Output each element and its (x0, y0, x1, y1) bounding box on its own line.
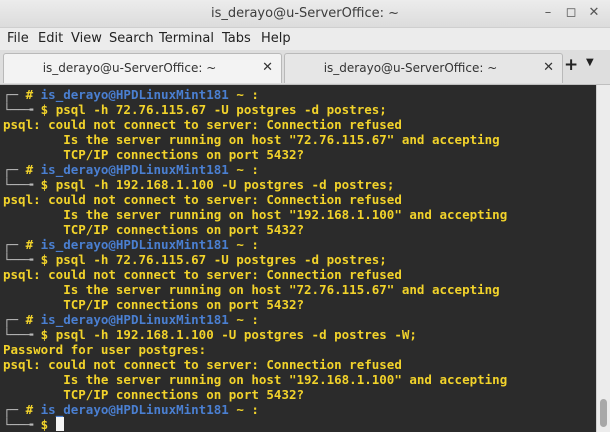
prompt-line: ┌─ # is_derayo@HPDLinuxMint181 ~ : (3, 87, 259, 102)
output-line: Is the server running on host "72.76.115… (3, 282, 500, 297)
command-line: └──╼ $ psql -h 72.76.115.67 -U postgres … (3, 102, 387, 117)
prompt-suffix: ~ : (228, 162, 259, 177)
command-text: psql -h 192.168.1.100 -U postgres -d pos… (55, 327, 417, 342)
output-line: TCP/IP connections on port 5432? (3, 147, 305, 162)
prompt-line: ┌─ # is_derayo@HPDLinuxMint181 ~ : (3, 402, 259, 417)
prompt-suffix: ~ : (228, 87, 259, 102)
command-text: psql -h 72.76.115.67 -U postgres -d post… (55, 252, 387, 267)
prompt-line: ┌─ # is_derayo@HPDLinuxMint181 ~ : (3, 312, 259, 327)
prompt-user: is_derayo (40, 402, 109, 417)
prompt-suffix: ~ : (228, 237, 259, 252)
output-line: psql: could not connect to server: Conne… (3, 357, 402, 372)
tab-1-label: is_derayo@u-ServerOffice: ~ (42, 61, 217, 75)
prompt-suffix: ~ : (228, 312, 259, 327)
terminal-scrollbar[interactable] (596, 85, 610, 432)
prompt-suffix: ~ : (228, 402, 259, 417)
close-icon[interactable]: ✕ (586, 5, 602, 21)
output-line: psql: could not connect to server: Conne… (3, 267, 402, 282)
menu-search[interactable]: Search (109, 31, 154, 46)
output-line: TCP/IP connections on port 5432? (3, 297, 305, 312)
terminal-output[interactable]: ┌─ # is_derayo@HPDLinuxMint181 ~ : └──╼ $… (0, 85, 596, 432)
prompt-host: @HPDLinuxMint181 (108, 312, 229, 327)
output-line: Is the server running on host "192.168.1… (3, 207, 508, 222)
menu-file[interactable]: File (7, 31, 29, 46)
tab-bar: is_derayo@u-ServerOffice: ~ ✕ is_derayo@… (0, 50, 610, 85)
output-line: Is the server running on host "192.168.1… (3, 372, 508, 387)
minimize-icon[interactable]: – (540, 5, 556, 21)
title-bar[interactable]: is_derayo@u-ServerOffice: ~ – ◻ ✕ (0, 0, 610, 28)
prompt-host: @HPDLinuxMint181 (108, 237, 229, 252)
command-line: └──╼ $ psql -h 192.168.1.100 -U postgres… (3, 327, 417, 342)
menu-help[interactable]: Help (261, 31, 291, 46)
tab-2[interactable]: is_derayo@u-ServerOffice: ~ ✕ (284, 53, 563, 83)
cursor (55, 417, 64, 431)
prompt-line: ┌─ # is_derayo@HPDLinuxMint181 ~ : (3, 237, 259, 252)
window-title: is_derayo@u-ServerOffice: ~ (210, 6, 399, 21)
prompt-host: @HPDLinuxMint181 (108, 162, 229, 177)
tab-1[interactable]: is_derayo@u-ServerOffice: ~ ✕ (3, 53, 282, 83)
menu-view[interactable]: View (71, 31, 102, 46)
menu-tabs[interactable]: Tabs (222, 31, 251, 46)
scrollbar-thumb[interactable] (600, 399, 607, 427)
tab-1-close-icon[interactable]: ✕ (262, 60, 273, 75)
prompt-host: @HPDLinuxMint181 (108, 402, 229, 417)
menu-terminal[interactable]: Terminal (159, 31, 214, 46)
tab-2-label: is_derayo@u-ServerOffice: ~ (323, 61, 498, 75)
prompt-line: ┌─ # is_derayo@HPDLinuxMint181 ~ : (3, 162, 259, 177)
prompt-user: is_derayo (40, 87, 109, 102)
command-line: └──╼ $ psql -h 192.168.1.100 -U postgres… (3, 177, 395, 192)
tab-2-close-icon[interactable]: ✕ (543, 60, 554, 75)
terminal-window: is_derayo@u-ServerOffice: ~ – ◻ ✕ File E… (0, 0, 610, 432)
output-line: psql: could not connect to server: Conne… (3, 192, 402, 207)
command-line: └──╼ $ psql -h 72.76.115.67 -U postgres … (3, 252, 387, 267)
chevron-down-icon[interactable]: ▼ (586, 57, 594, 68)
output-line: TCP/IP connections on port 5432? (3, 222, 305, 237)
prompt-host: @HPDLinuxMint181 (108, 87, 229, 102)
prompt-user: is_derayo (40, 237, 109, 252)
command-text: psql -h 192.168.1.100 -U postgres -d pos… (55, 177, 395, 192)
command-line: └──╼ $ (3, 417, 64, 432)
menu-bar: File Edit View Search Terminal Tabs Help (0, 28, 610, 50)
output-line: TCP/IP connections on port 5432? (3, 387, 305, 402)
command-text: psql -h 72.76.115.67 -U postgres -d post… (55, 102, 387, 117)
output-line: psql: could not connect to server: Conne… (3, 117, 402, 132)
prompt-user: is_derayo (40, 312, 109, 327)
prompt-user: is_derayo (40, 162, 109, 177)
menu-edit[interactable]: Edit (38, 31, 63, 46)
plus-icon[interactable]: + (564, 56, 578, 74)
maximize-icon[interactable]: ◻ (563, 5, 579, 21)
output-line: Is the server running on host "72.76.115… (3, 132, 500, 147)
output-line: Password for user postgres: (3, 342, 207, 357)
